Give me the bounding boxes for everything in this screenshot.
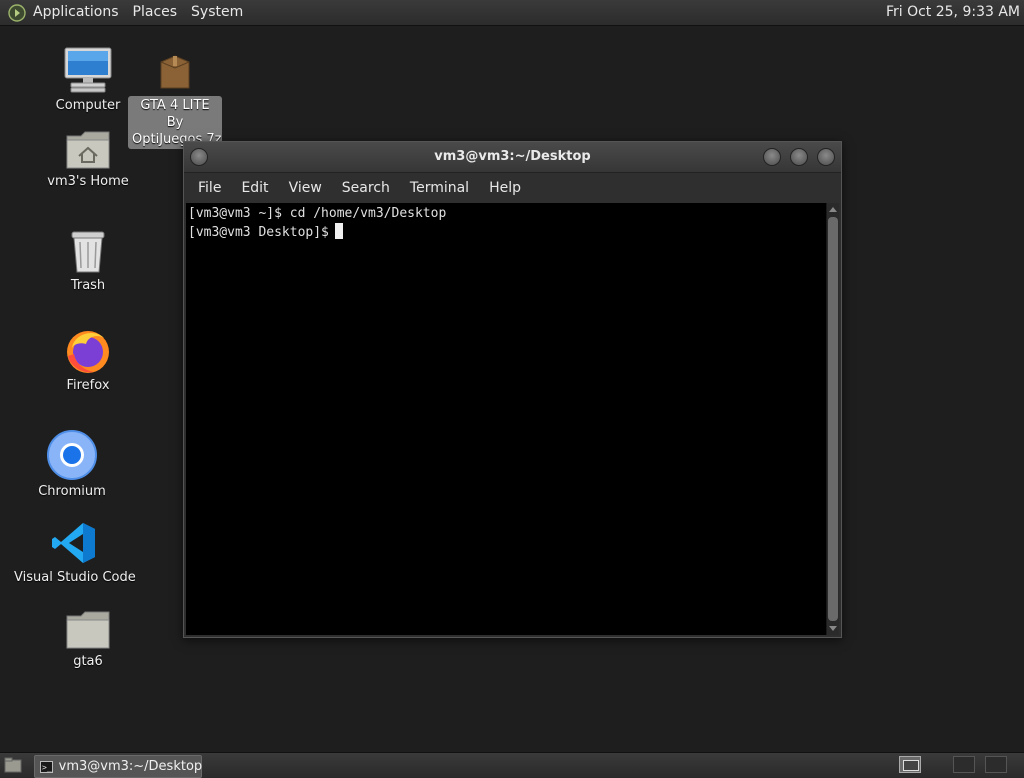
scroll-up-arrow-icon[interactable] (829, 207, 837, 212)
desktop-label-chromium: Chromium (38, 484, 106, 499)
desktop-icon-chromium[interactable]: Chromium (32, 430, 112, 499)
terminal-prompt: [vm3@vm3 Desktop]$ (188, 225, 329, 240)
menu-system[interactable]: System (184, 0, 250, 25)
menu-help[interactable]: Help (479, 180, 531, 196)
desktop-label-trash: Trash (70, 278, 106, 293)
panel-menus: Applications Places System (0, 0, 250, 25)
desktop-icon-archive[interactable]: GTA 4 LITE By OptiJuegos.7z (128, 52, 222, 149)
terminal-line: [vm3@vm3 ~]$ cd /home/vm3/Desktop (188, 206, 447, 221)
desktop-label-firefox: Firefox (66, 378, 110, 393)
menu-applications[interactable]: Applications (26, 0, 126, 25)
computer-icon (64, 47, 112, 93)
menu-edit[interactable]: Edit (231, 180, 278, 196)
desktop-icon-trash[interactable]: Trash (48, 228, 128, 293)
top-panel: Applications Places System Fri Oct 25, 9… (0, 0, 1024, 26)
terminal-menubar: File Edit View Search Terminal Help (184, 173, 841, 203)
taskbar-button-label: vm3@vm3:~/Desktop (58, 759, 203, 774)
menu-places[interactable]: Places (126, 0, 185, 25)
applications-icon[interactable] (8, 3, 26, 22)
workspace-3[interactable] (985, 756, 1007, 773)
close-button[interactable] (817, 148, 835, 166)
text-cursor (334, 223, 343, 239)
minimize-button[interactable] (763, 148, 781, 166)
desktop-icon-home[interactable]: vm3's Home (43, 128, 133, 189)
trash-icon (71, 231, 105, 273)
chromium-icon (47, 430, 97, 480)
show-desktop-icon[interactable] (4, 757, 22, 773)
workspace-2[interactable] (953, 756, 975, 773)
firefox-icon (67, 331, 109, 373)
taskbar-button-terminal[interactable]: >_ vm3@vm3:~/Desktop (34, 755, 202, 778)
panel-clock[interactable]: Fri Oct 25, 9:33 AM (886, 0, 1020, 25)
desktop-label-computer: Computer (55, 98, 121, 113)
terminal-scrollbar[interactable] (826, 203, 839, 635)
bottom-panel: >_ vm3@vm3:~/Desktop (0, 752, 1024, 778)
terminal-output[interactable]: [vm3@vm3 ~]$ cd /home/vm3/Desktop [vm3@v… (186, 203, 827, 635)
menu-terminal[interactable]: Terminal (400, 180, 479, 196)
scrollbar-thumb[interactable] (828, 217, 838, 621)
terminal-title: vm3@vm3:~/Desktop (434, 149, 591, 164)
folder-icon (66, 611, 110, 649)
menu-file[interactable]: File (188, 180, 231, 196)
workspace-1[interactable] (899, 756, 921, 773)
scroll-down-arrow-icon[interactable] (829, 626, 837, 631)
desktop-icon-firefox[interactable]: Firefox (48, 326, 128, 393)
maximize-button[interactable] (790, 148, 808, 166)
menu-search[interactable]: Search (332, 180, 400, 196)
menu-view[interactable]: View (279, 180, 332, 196)
desktop-label-vscode: Visual Studio Code (14, 570, 136, 585)
desktop-icon-vscode[interactable]: Visual Studio Code (14, 520, 136, 585)
archive-icon (160, 55, 190, 89)
terminal-icon: >_ (40, 760, 53, 773)
home-folder-icon (66, 131, 110, 169)
vscode-icon (52, 523, 95, 563)
desktop-label-gta6: gta6 (73, 654, 103, 669)
terminal-titlebar[interactable]: vm3@vm3:~/Desktop (184, 142, 841, 173)
terminal-window[interactable]: vm3@vm3:~/Desktop File Edit View Search … (183, 141, 842, 638)
desktop-label-home: vm3's Home (47, 174, 129, 189)
desktop-icon-computer[interactable]: Computer (48, 46, 128, 113)
terminal-prompt-line: [vm3@vm3 Desktop]$ (188, 223, 825, 241)
desktop-icon-gta6-folder[interactable]: gta6 (48, 608, 128, 669)
